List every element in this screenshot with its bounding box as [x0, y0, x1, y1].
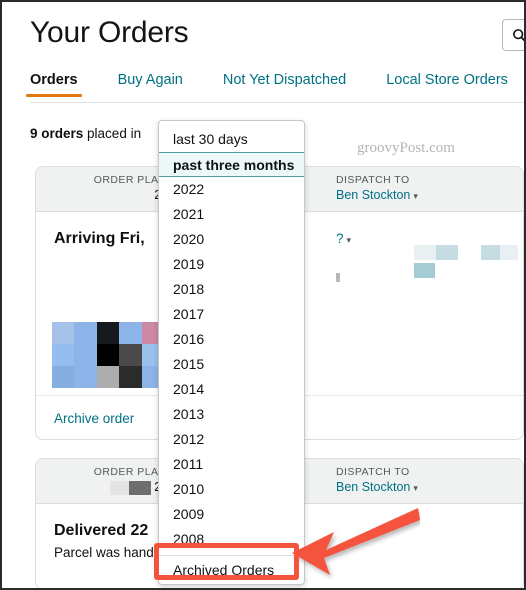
dropdown-item-archived-orders[interactable]: Archived Orders: [159, 555, 304, 584]
tab-local-store-orders[interactable]: Local Store Orders: [386, 72, 508, 97]
browser-screenshot: Your Orders Orders Buy Again Not Yet Dis…: [0, 0, 526, 590]
product-thumbnail[interactable]: [52, 322, 164, 388]
tab-bar: Orders Buy Again Not Yet Dispatched Loca…: [26, 72, 524, 102]
dropdown-item-2013[interactable]: 2013: [159, 402, 304, 427]
search-input[interactable]: [502, 19, 524, 51]
time-period-dropdown[interactable]: last 30 days past three months 2022 2021…: [158, 120, 305, 585]
blurred-text: [336, 269, 340, 287]
tab-orders[interactable]: Orders: [26, 72, 82, 97]
tab-buy-again[interactable]: Buy Again: [118, 72, 183, 97]
page-title: Your Orders: [30, 16, 189, 49]
orders-summary: 9 orders placed in: [30, 126, 141, 141]
dropdown-item-2015[interactable]: 2015: [159, 352, 304, 377]
dropdown-item-2008[interactable]: 2008: [159, 527, 304, 552]
dropdown-item-2020[interactable]: 2020: [159, 227, 304, 252]
dropdown-item-2022[interactable]: 2022: [159, 177, 304, 202]
dispatch-to-name: Ben Stockton: [336, 188, 411, 202]
dropdown-item-2012[interactable]: 2012: [159, 427, 304, 452]
dropdown-item-2019[interactable]: 2019: [159, 252, 304, 277]
archive-order-link[interactable]: Archive order: [54, 411, 134, 426]
orders-count-value: 9 orders: [30, 126, 84, 141]
dropdown-item-2017[interactable]: 2017: [159, 302, 304, 327]
dispatch-to-block: DISPATCH TO Ben Stockton ▾: [336, 173, 418, 204]
search-icon: [512, 28, 524, 43]
watermark: groovyPost.com: [357, 140, 455, 156]
tab-bar-divider: [30, 102, 524, 103]
chevron-down-icon: ▾: [413, 191, 418, 201]
dropdown-item-2010[interactable]: 2010: [159, 477, 304, 502]
annotation-arrow: [292, 508, 420, 575]
dropdown-item-2009[interactable]: 2009: [159, 502, 304, 527]
orders-count-suffix: placed in: [87, 126, 142, 141]
dispatch-to-label: DISPATCH TO: [336, 174, 410, 186]
tab-not-yet-dispatched[interactable]: Not Yet Dispatched: [223, 72, 346, 97]
dropdown-item-past-three-months[interactable]: past three months: [159, 152, 304, 177]
dropdown-item-2014[interactable]: 2014: [159, 377, 304, 402]
dispatch-to-label: DISPATCH TO: [336, 466, 410, 478]
dropdown-item-last-30-days[interactable]: last 30 days: [159, 127, 304, 152]
dispatch-to-value[interactable]: Ben Stockton ▾: [336, 479, 418, 496]
blurred-links: [414, 244, 523, 280]
order-body-link[interactable]: ? ▾: [336, 230, 351, 248]
dropdown-item-2011[interactable]: 2011: [159, 452, 304, 477]
dropdown-item-2018[interactable]: 2018: [159, 277, 304, 302]
chevron-down-icon: ▾: [346, 235, 352, 245]
chevron-down-icon: ▾: [413, 483, 418, 493]
dispatch-to-name: Ben Stockton: [336, 480, 411, 494]
dropdown-item-2021[interactable]: 2021: [159, 202, 304, 227]
dropdown-item-2016[interactable]: 2016: [159, 327, 304, 352]
dispatch-to-block: DISPATCH TO Ben Stockton ▾: [336, 465, 418, 496]
dispatch-to-value[interactable]: Ben Stockton ▾: [336, 187, 418, 204]
